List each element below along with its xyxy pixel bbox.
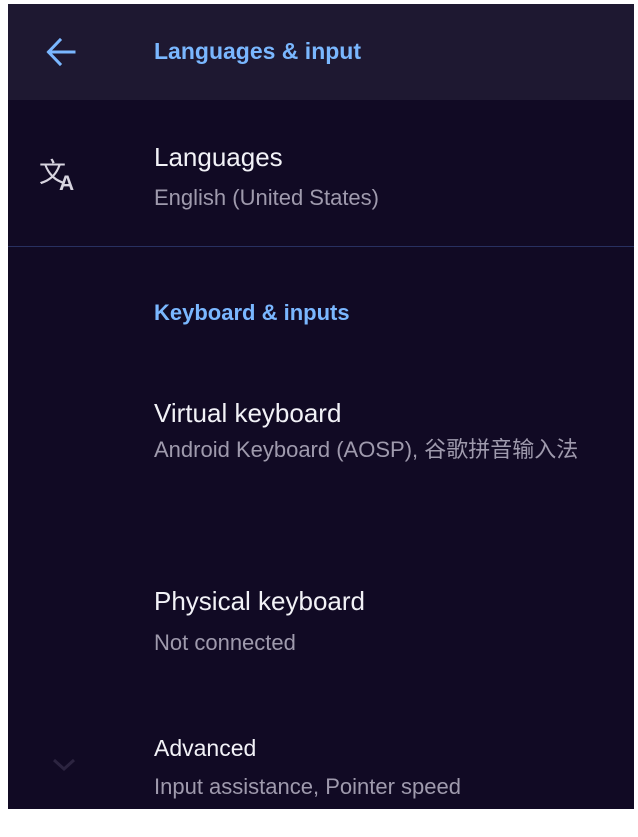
app-bar: Languages & input (8, 4, 634, 100)
translate-icon: 文 A (38, 154, 84, 199)
languages-title: Languages (154, 142, 283, 172)
back-button[interactable] (32, 26, 92, 78)
virtual-keyboard-item[interactable]: Virtual keyboard Android Keyboard (AOSP)… (8, 374, 634, 534)
virtual-keyboard-summary: Android Keyboard (AOSP), 谷歌拼音输入法 (154, 437, 579, 462)
settings-screen: Languages & input 文 A Languages English … (8, 4, 634, 809)
page-title: Languages & input (154, 38, 361, 64)
languages-item[interactable]: 文 A Languages English (United States) (8, 100, 634, 246)
virtual-keyboard-title: Virtual keyboard (154, 398, 342, 428)
physical-keyboard-summary: Not connected (154, 630, 296, 655)
divider (8, 246, 634, 247)
arrow-back-icon (46, 38, 76, 66)
keyboard-inputs-header: Keyboard & inputs (154, 300, 350, 325)
languages-summary: English (United States) (154, 185, 379, 210)
svg-text:A: A (59, 172, 74, 194)
advanced-title: Advanced (154, 735, 257, 761)
advanced-summary: Input assistance, Pointer speed (154, 774, 461, 799)
physical-keyboard-item[interactable]: Physical keyboard Not connected (8, 564, 634, 684)
physical-keyboard-title: Physical keyboard (154, 586, 365, 616)
chevron-down-icon (52, 758, 76, 777)
advanced-item[interactable]: Advanced Input assistance, Pointer speed (8, 704, 634, 809)
